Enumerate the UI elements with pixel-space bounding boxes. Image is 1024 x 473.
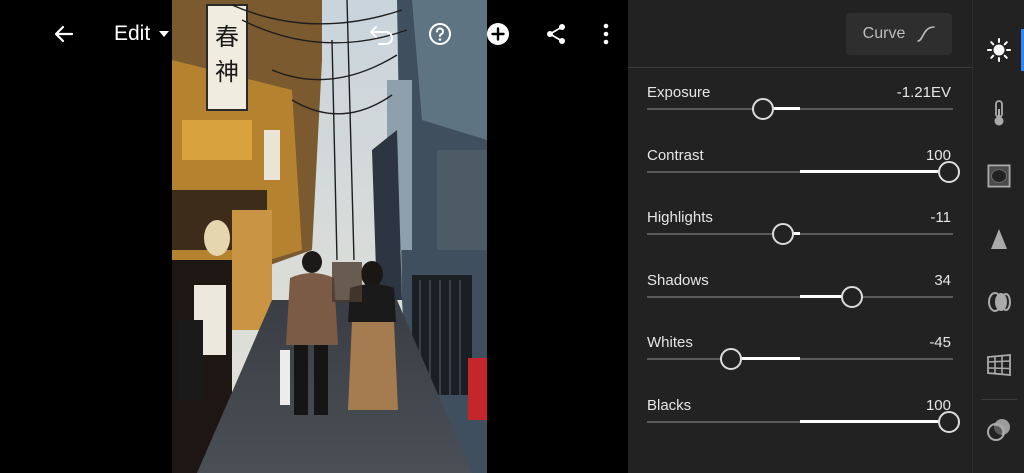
back-button[interactable] — [46, 16, 82, 52]
curve-label: Curve — [862, 25, 906, 42]
slider-thumb[interactable] — [772, 223, 795, 245]
slider-highlights[interactable]: Highlights -11 — [647, 209, 953, 257]
edit-mode-label: Edit — [114, 22, 151, 45]
color-temperature-icon — [994, 100, 1004, 126]
slider-label: Contrast — [647, 146, 704, 164]
svg-text:神: 神 — [215, 58, 239, 86]
slider-fill — [800, 419, 953, 423]
photo-image: 春 神 — [172, 0, 487, 473]
slider-exposure[interactable]: Exposure -1.21EV — [647, 84, 953, 132]
photo-canvas[interactable]: 春 神 — [172, 0, 487, 473]
add-button[interactable] — [480, 16, 516, 52]
slider-thumb[interactable] — [938, 410, 961, 433]
help-button[interactable] — [422, 16, 458, 52]
light-tool[interactable] — [973, 30, 1024, 70]
undo-button[interactable] — [364, 16, 400, 52]
slider-thumb[interactable] — [841, 285, 864, 308]
share-button[interactable] — [538, 16, 574, 52]
masking-tool[interactable] — [973, 410, 1024, 450]
slider-value: 34 — [934, 271, 951, 289]
edit-mode-dropdown[interactable]: Edit — [114, 16, 184, 52]
slider-thumb[interactable] — [720, 348, 743, 370]
effects-vignette-icon — [987, 164, 1011, 188]
slider-track[interactable] — [647, 358, 953, 360]
color-tool[interactable] — [973, 93, 1024, 133]
curve-icon — [917, 26, 936, 42]
back-arrow-icon — [54, 25, 74, 43]
detail-tool[interactable] — [973, 219, 1024, 259]
geometry-tool[interactable] — [973, 345, 1024, 385]
detail-sharpen-icon — [991, 229, 1007, 249]
slider-value: -1.21EV — [896, 84, 951, 101]
slider-thumb[interactable] — [938, 160, 961, 183]
slider-track[interactable] — [647, 233, 953, 235]
slider-fill — [800, 169, 953, 173]
panel-divider — [628, 67, 972, 68]
slider-blacks[interactable]: Blacks 100 — [647, 396, 961, 445]
optics-icon — [988, 292, 1011, 312]
rail-separator — [981, 399, 1017, 400]
undo-icon — [370, 26, 393, 45]
slider-track[interactable] — [647, 108, 953, 110]
slider-thumb[interactable] — [752, 98, 775, 120]
slider-shadows[interactable]: Shadows 34 — [647, 272, 953, 320]
add-icon — [487, 23, 509, 45]
slider-label: Whites — [647, 334, 693, 351]
effects-tool[interactable] — [973, 156, 1024, 196]
more-options-button[interactable] — [590, 16, 622, 52]
slider-label: Shadows — [647, 271, 709, 289]
slider-label: Exposure — [647, 84, 711, 101]
optics-tool[interactable] — [973, 282, 1024, 322]
slider-value: -45 — [929, 334, 951, 351]
slider-whites[interactable]: Whites -45 — [647, 334, 953, 382]
slider-value: -11 — [930, 209, 951, 226]
light-icon — [987, 38, 1011, 62]
curve-button[interactable]: Curve — [846, 13, 952, 55]
help-icon — [429, 23, 451, 45]
tool-rail — [972, 0, 1024, 473]
geometry-icon — [987, 354, 1011, 376]
caret-down-icon — [159, 31, 170, 37]
light-adjustments-panel: Curve Exposure -1.21EV Contrast 100 Highligh… — [628, 0, 972, 473]
more-vertical-icon — [603, 23, 609, 45]
svg-text:春: 春 — [215, 23, 239, 51]
share-icon — [547, 24, 565, 44]
slider-contrast[interactable]: Contrast 100 — [647, 146, 961, 195]
slider-label: Blacks — [647, 396, 692, 414]
slider-label: Highlights — [647, 209, 713, 226]
mask-icon — [987, 419, 1010, 441]
